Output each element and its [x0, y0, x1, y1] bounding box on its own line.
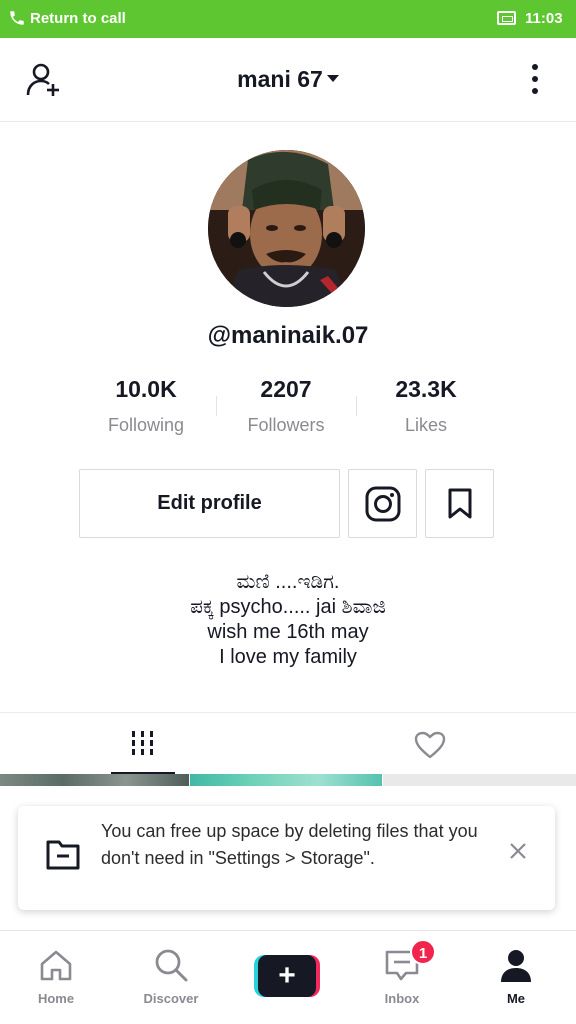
following-count: 10.0K	[115, 376, 177, 402]
video-thumbnail-placeholder	[383, 774, 576, 786]
return-to-call-label: Return to call	[30, 10, 126, 27]
caret-down-icon	[326, 75, 339, 83]
profile-handle: @maninaik.07	[207, 322, 369, 349]
profile-header: mani 67	[0, 38, 576, 122]
create-video-button[interactable]: +	[254, 955, 320, 997]
nav-inbox[interactable]: Inbox	[352, 931, 452, 1024]
nav-label: Discover	[143, 991, 199, 1006]
nav-discover[interactable]: Discover	[121, 931, 221, 1024]
videos-grid-icon	[132, 731, 153, 755]
likes-label: Likes	[404, 415, 448, 435]
edit-profile-button[interactable]: Edit profile	[79, 469, 340, 538]
clock: 11:03	[525, 10, 563, 27]
video-thumbnail[interactable]	[190, 774, 382, 786]
bio-line: ಮಣಿ ....ಇಡಿಗ.	[236, 571, 340, 593]
bookmark-icon	[448, 488, 471, 518]
return-to-call-bar[interactable]: Return to call 11:03	[0, 0, 576, 38]
content-tabs	[0, 712, 576, 775]
followers-stat[interactable]: 2207 Followers	[216, 376, 356, 436]
bio-line: ಪಕ್ಕ psycho..... jai ಶಿವಾಜಿ	[190, 596, 386, 618]
instagram-button[interactable]	[348, 469, 417, 538]
phone-icon	[10, 11, 24, 25]
inbox-badge: 1	[410, 939, 436, 965]
likes-count: 23.3K	[395, 376, 457, 402]
tab-videos[interactable]	[0, 713, 288, 775]
following-label: Following	[107, 415, 185, 435]
nav-me[interactable]: Me	[466, 931, 566, 1024]
toast-message: You can free up space by deleting files …	[101, 821, 478, 868]
video-grid	[0, 774, 576, 786]
nav-label: Inbox	[384, 991, 420, 1006]
bio-line: wish me 16th may	[207, 621, 369, 643]
video-thumbnail[interactable]	[0, 774, 189, 786]
followers-count: 2207	[260, 376, 312, 402]
bottom-navigation: Home Discover + Inbox Me	[0, 930, 576, 1024]
bio-line: I love my family	[219, 646, 357, 668]
close-icon[interactable]	[507, 840, 529, 862]
following-stat[interactable]: 10.0K Following	[76, 376, 216, 436]
nav-label: Me	[506, 991, 526, 1006]
favorites-button[interactable]	[425, 469, 494, 538]
tab-liked[interactable]	[288, 713, 576, 775]
more-vertical-icon[interactable]	[526, 64, 544, 96]
account-name: mani 67	[237, 66, 323, 92]
avatar[interactable]	[208, 150, 365, 307]
profile-stats: 10.0K Following 2207 Followers 23.3K Lik…	[76, 376, 500, 440]
nav-home[interactable]: Home	[6, 931, 106, 1024]
likes-stat[interactable]: 23.3K Likes	[356, 376, 496, 436]
heart-icon	[414, 731, 446, 759]
profile-icon	[501, 950, 531, 982]
storage-toast: You can free up space by deleting files …	[18, 806, 555, 910]
followers-label: Followers	[247, 415, 325, 435]
plus-icon: +	[258, 955, 316, 997]
home-icon	[40, 950, 72, 981]
battery-icon	[497, 11, 516, 25]
folder-icon	[46, 840, 80, 870]
account-switcher[interactable]: mani 67	[0, 66, 576, 93]
search-icon	[155, 949, 188, 982]
nav-label: Home	[37, 991, 75, 1006]
instagram-icon	[365, 486, 400, 521]
avatar-image	[208, 150, 365, 307]
profile-bio: ಮಣಿ ....ಇಡಿಗ. ಪಕ್ಕ psycho..... jai ಶಿವಾಜ…	[0, 570, 576, 670]
